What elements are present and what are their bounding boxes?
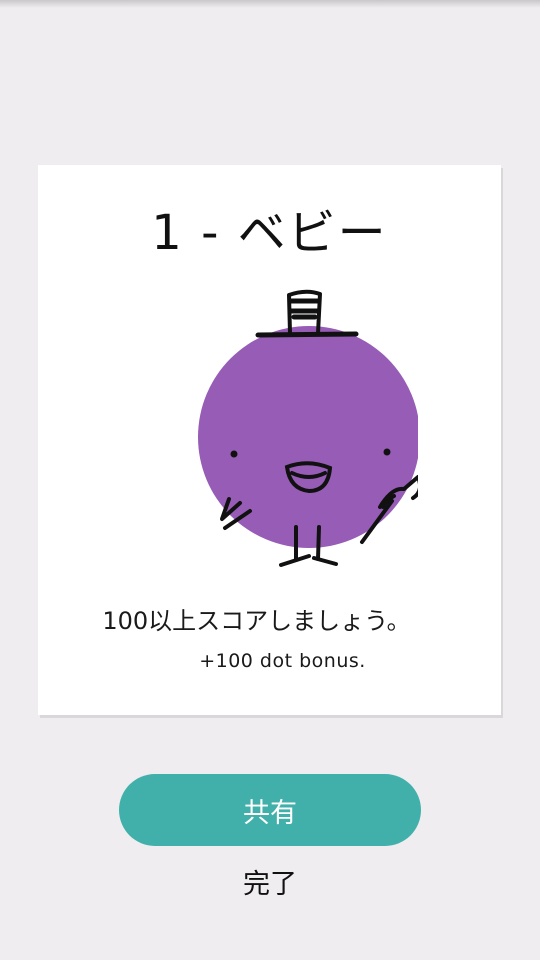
level-title: 1 - ベビー xyxy=(151,205,388,261)
level-card: 1 - ベビー 100以上スコアしましょう。 +100 dot bonus. xyxy=(38,165,501,715)
share-button[interactable]: 共有 xyxy=(119,774,421,846)
status-bar-shadow xyxy=(0,0,540,8)
done-button[interactable]: 完了 xyxy=(190,858,350,904)
goal-text: 100以上スコアしましょう。 xyxy=(102,607,411,635)
right-eye xyxy=(383,448,391,456)
character-body xyxy=(198,326,418,548)
left-eye xyxy=(230,450,238,458)
character-illustration xyxy=(198,289,418,567)
bonus-text: +100 dot bonus. xyxy=(199,650,366,672)
